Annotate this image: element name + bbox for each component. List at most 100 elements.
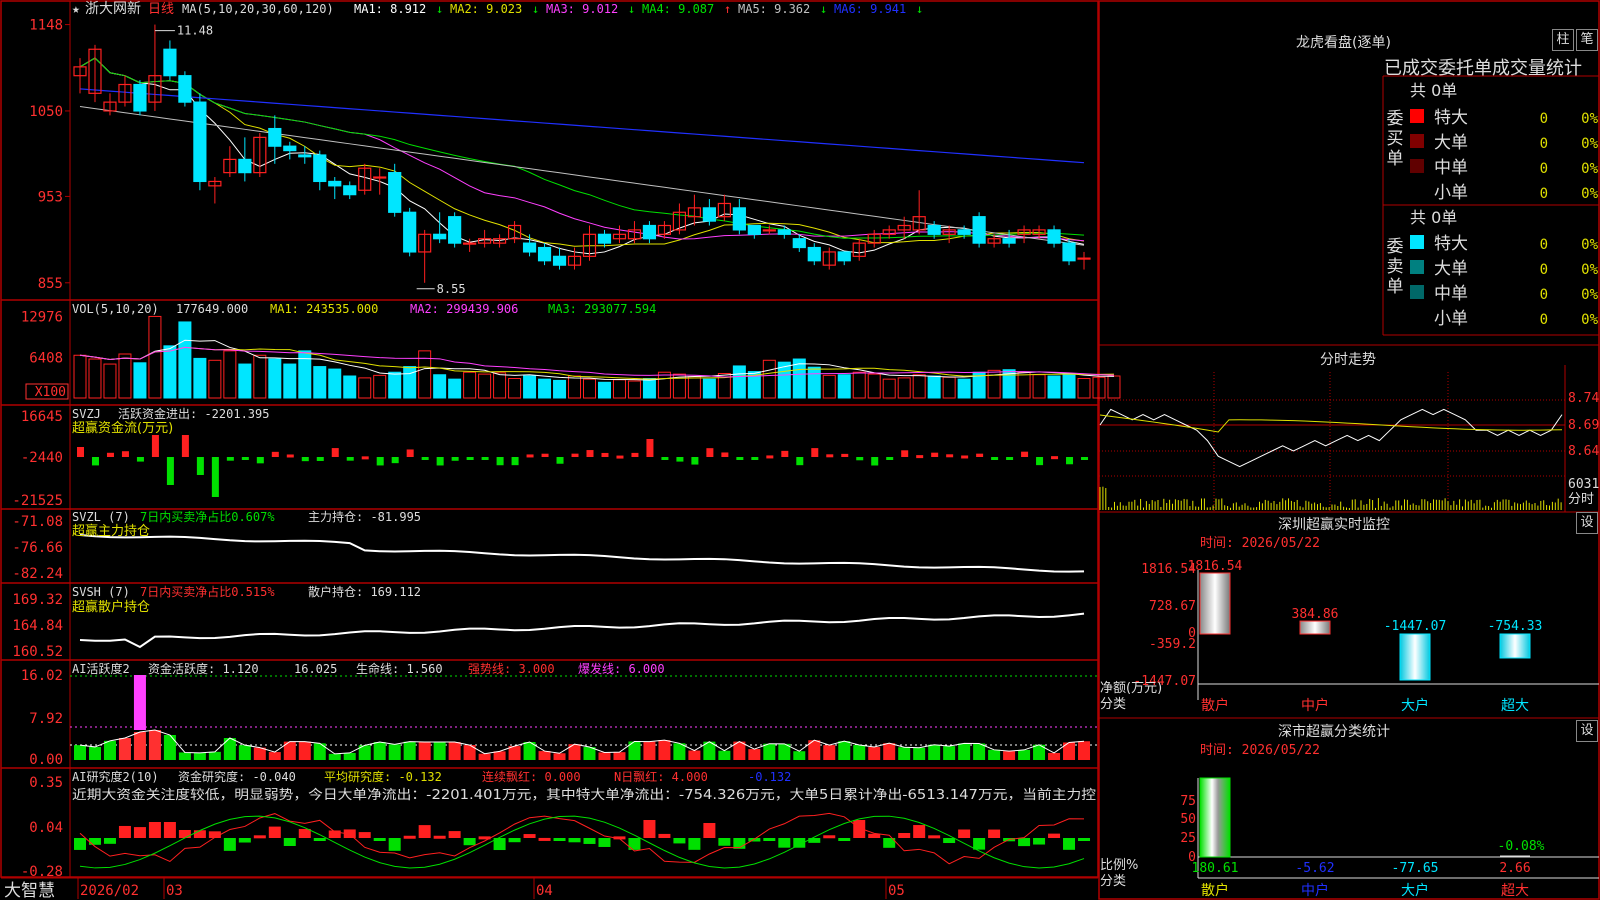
sz-monitor-title: 深圳超赢实时监控: [1278, 517, 1390, 533]
research-bar: [74, 838, 86, 850]
volume-bar: [103, 363, 117, 399]
svzj-inflow-bar: [961, 455, 969, 459]
volume-bar: [882, 378, 896, 399]
research-bar: [298, 828, 311, 838]
candle: [178, 75, 192, 103]
svzj-outflow-bar: [421, 457, 429, 460]
order-pct: 0%: [1581, 312, 1598, 328]
volume-bar: [568, 375, 582, 399]
tick-view-button[interactable]: 笔: [1576, 29, 1598, 51]
ma-arrow: ↓: [436, 2, 443, 16]
candle: [1062, 242, 1076, 262]
activity-bar: [253, 747, 266, 760]
candle: [972, 216, 986, 244]
legend-swatch: [1410, 109, 1424, 123]
ai2-y-tick: -0.28: [21, 864, 63, 880]
sz-monitor-xlabel: 分类: [1100, 697, 1126, 712]
research-bar: [178, 829, 191, 838]
svzj-outflow-bar: [556, 457, 564, 464]
legend-swatch: [1410, 285, 1424, 299]
activity-bar: [1018, 749, 1031, 760]
ai1-burst: 爆发线: 6.000: [578, 661, 665, 676]
volume-bar: [313, 366, 327, 399]
vol-ma3-label: MA3: 293077.594: [548, 302, 656, 316]
sz-monitor-settings-button[interactable]: 设: [1576, 512, 1598, 534]
svzj-inflow-bar: [106, 452, 114, 457]
activity-bar: [493, 751, 506, 760]
research-bar: [1033, 838, 1046, 845]
intraday-title: 分时走势: [1320, 352, 1376, 368]
order-count: 0: [1540, 136, 1548, 152]
research-bar: [1018, 838, 1031, 847]
y-tick-label: 855: [38, 276, 63, 292]
sz-stats-settings-button[interactable]: 设: [1576, 720, 1598, 742]
svzj-inflow-bar: [631, 452, 639, 457]
svzj-inflow-bar: [286, 454, 294, 458]
legend-swatch: [1410, 260, 1424, 274]
sz-stats-y-tick: 75: [1180, 794, 1196, 809]
svzj-inflow-bar: [541, 453, 549, 457]
volume-bar: [208, 359, 222, 399]
volume-bar: [1017, 371, 1031, 399]
activity-bar: [823, 745, 836, 760]
svzj-inflow-bar: [361, 456, 369, 460]
svsh-ratio: 7日内买卖净占比0.515%: [140, 584, 275, 599]
sz-stats-value: -5.62: [1295, 861, 1334, 876]
volume-bar: [657, 371, 671, 399]
candle: [837, 251, 851, 262]
candle: [792, 238, 806, 249]
svzj-outflow-bar: [676, 457, 684, 462]
svzj-inflow-bar: [1021, 451, 1029, 457]
svzl-pos: 主力持仓: -81.995: [308, 509, 421, 524]
research-bar: [688, 838, 701, 850]
volume-bar: [493, 372, 507, 399]
favorite-star-icon: ★: [72, 2, 80, 17]
sz-stats-time: 时间: 2026/05/22: [1200, 743, 1320, 758]
svsh-y-tick: 169.32: [12, 592, 63, 608]
svzj-outflow-bar: [511, 457, 519, 466]
candle: [537, 246, 552, 262]
ma-params: MA(5,10,20,30,60,120): [182, 2, 334, 16]
order-pct: 0%: [1581, 237, 1598, 253]
ma-legend-3: MA3: 9.012: [546, 2, 618, 16]
x-tick-label: 04: [536, 883, 553, 899]
vol-ma2-label: MA2: 299439.906: [410, 302, 518, 316]
order-size-label: 中单: [1434, 158, 1468, 178]
research-bar: [448, 831, 461, 838]
volume-bar: [822, 374, 836, 399]
column-view-button[interactable]: 柱: [1552, 29, 1574, 51]
order-size-label: 小单: [1434, 309, 1468, 329]
activity-bar: [763, 743, 776, 760]
svzj-outflow-bar: [211, 457, 219, 497]
research-bar: [703, 823, 716, 838]
candle: [463, 242, 477, 245]
volume-bar: [478, 373, 492, 399]
svzj-title: SVZJ: [72, 407, 101, 421]
volume-bar: [867, 373, 881, 399]
svzj-outflow-bar: [376, 457, 384, 466]
ai2-research: 资金研究度: -0.040: [178, 769, 296, 784]
volume-bar: [373, 374, 387, 399]
svzj-outflow-bar: [1006, 457, 1014, 460]
activity-bar: [973, 743, 986, 760]
research-bar: [238, 838, 251, 843]
ma-legend-2: MA2: 9.023: [450, 2, 522, 16]
order-count: 0: [1540, 237, 1548, 253]
legend-swatch: [1410, 235, 1424, 249]
activity-bar: [448, 742, 461, 760]
volume-bar: [1047, 375, 1061, 399]
candle: [133, 83, 147, 112]
sz-monitor-cat: 超大: [1501, 698, 1529, 714]
ma-line-5: [79, 106, 1085, 246]
svzj-inflow-bar: [706, 448, 714, 457]
order-size-label: 特大: [1434, 108, 1468, 128]
volume-bar: [1077, 378, 1091, 399]
sell-orders-label: 委卖单: [1387, 237, 1404, 297]
svzj-outflow-bar: [481, 457, 489, 460]
candle: [373, 176, 387, 179]
svsh-y-tick: 164.84: [12, 618, 63, 634]
svzj-inflow-bar: [571, 453, 579, 457]
research-bar: [1048, 833, 1061, 838]
legend-swatch: [1410, 159, 1424, 173]
svsh-y-tick: 160.52: [12, 644, 63, 660]
